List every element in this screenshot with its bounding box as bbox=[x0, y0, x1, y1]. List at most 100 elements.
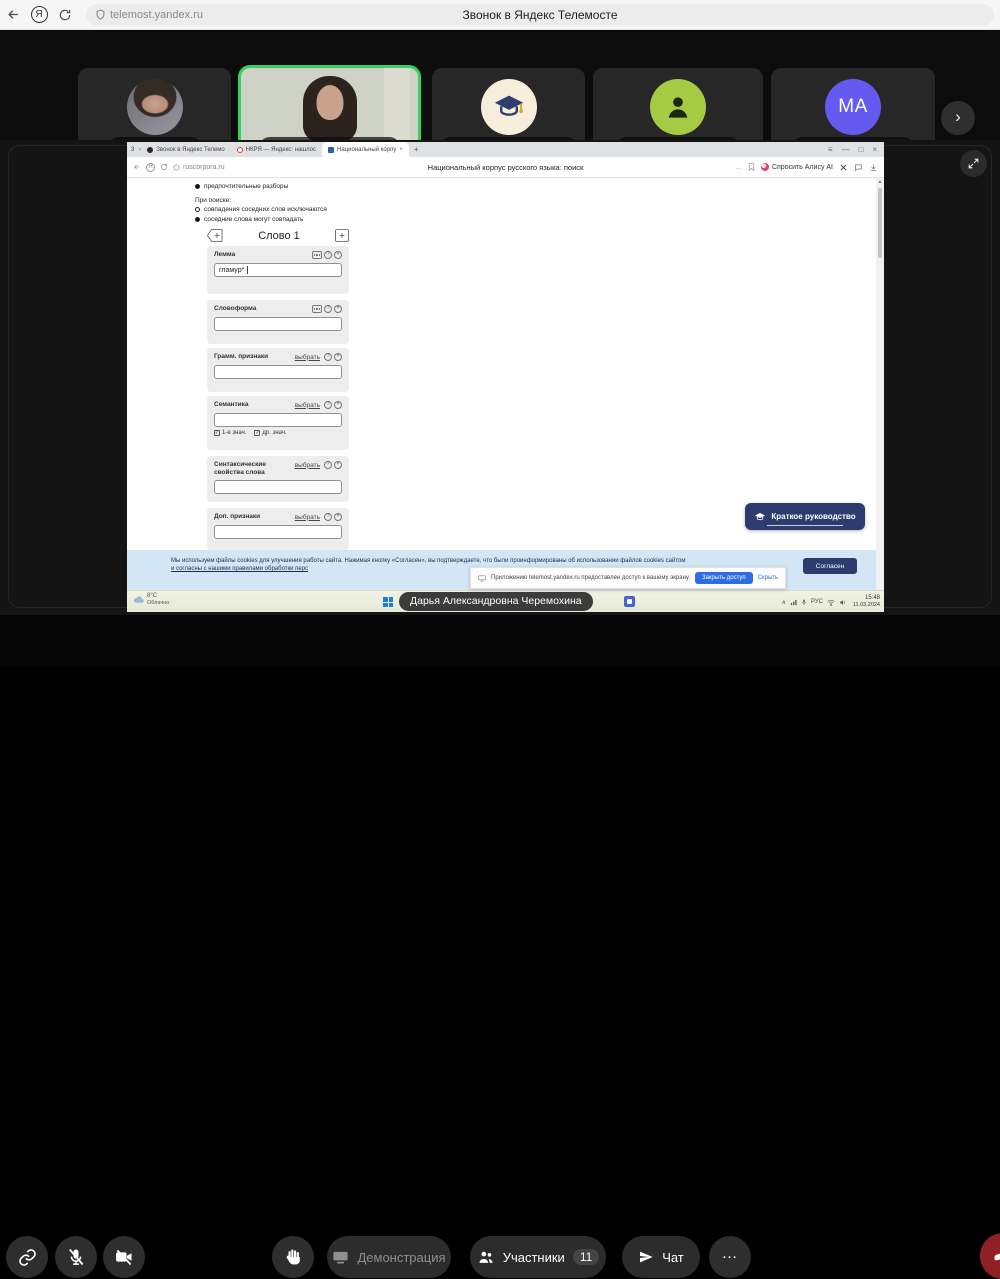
scroll-up-icon[interactable]: ▲ bbox=[876, 179, 884, 185]
add-word-right-icon[interactable] bbox=[335, 229, 349, 242]
more-options-button[interactable]: … bbox=[709, 1236, 751, 1278]
clear-icon[interactable]: × bbox=[334, 251, 342, 259]
cookie-accept-button[interactable]: Согласен bbox=[803, 558, 857, 574]
choose-link[interactable]: выбрать bbox=[295, 354, 320, 361]
maximize-icon[interactable]: □ bbox=[858, 145, 863, 154]
help-icon[interactable]: ? bbox=[324, 513, 332, 521]
screen-share-stage: 3 ˅ Звонок в Яндекс Телемо НКРЯ — Яндекс… bbox=[0, 140, 1000, 615]
bookmark-icon[interactable] bbox=[748, 163, 755, 171]
help-icon[interactable]: ? bbox=[324, 305, 332, 313]
new-tab-icon[interactable]: + bbox=[414, 145, 419, 154]
tab-ruscorpora-active[interactable]: Национальный корпу × bbox=[322, 142, 409, 157]
avatar bbox=[481, 79, 537, 135]
telemost-favicon bbox=[147, 147, 153, 153]
mic-muted-icon bbox=[66, 1247, 86, 1267]
choose-link[interactable]: выбрать bbox=[295, 402, 320, 409]
field-card-semantics: Семантика выбрать ? × ✓1-е знач. ✓др. зн… bbox=[207, 396, 349, 450]
field-card-lemma: Лемма ? × гламур* bbox=[207, 246, 349, 294]
raise-hand-button[interactable] bbox=[272, 1236, 314, 1278]
radio-option[interactable]: совпадения соседних слов исключаются bbox=[195, 205, 327, 215]
page-title: Звонок в Яндекс Телемосте bbox=[86, 8, 994, 22]
language-indicator[interactable]: РУС bbox=[811, 599, 823, 605]
next-participants-button[interactable]: › bbox=[941, 101, 975, 135]
close-access-button[interactable]: Закрыть доступ bbox=[695, 572, 753, 584]
hangup-button[interactable] bbox=[980, 1233, 1000, 1279]
checkbox-other-meaning[interactable]: ✓др. знач. bbox=[254, 430, 286, 436]
extension-icon[interactable] bbox=[839, 163, 848, 172]
wordform-input[interactable] bbox=[214, 317, 342, 331]
participants-count-badge: 11 bbox=[573, 1249, 599, 1265]
camera-off-icon bbox=[114, 1247, 134, 1267]
link-icon bbox=[18, 1248, 37, 1267]
call-toolbar: Демонстрация Участники 11 Чат … bbox=[0, 615, 1000, 667]
clear-icon[interactable]: × bbox=[334, 353, 342, 361]
radio-option[interactable]: соседние слова могут совпадать bbox=[195, 215, 327, 225]
participants-button[interactable]: Участники 11 bbox=[470, 1236, 606, 1278]
add-word-left-icon[interactable] bbox=[207, 229, 223, 242]
back-icon[interactable] bbox=[0, 7, 26, 22]
share-screen-button[interactable]: Демонстрация bbox=[327, 1236, 451, 1278]
extra-input[interactable] bbox=[214, 525, 342, 539]
grammar-input[interactable] bbox=[214, 365, 342, 379]
lemma-input[interactable]: гламур* bbox=[214, 263, 342, 277]
windows-start-icon[interactable] bbox=[383, 597, 393, 607]
scrollbar[interactable]: ▲ bbox=[876, 178, 884, 590]
chat-bubble-icon[interactable] bbox=[854, 163, 863, 172]
shared-browser-window: 3 ˅ Звонок в Яндекс Телемо НКРЯ — Яндекс… bbox=[127, 142, 884, 612]
alice-button[interactable]: Спросить Алису AI bbox=[761, 163, 833, 171]
help-icon[interactable]: ? bbox=[324, 251, 332, 259]
radio-icon bbox=[195, 184, 200, 189]
chat-button[interactable]: Чат bbox=[622, 1236, 700, 1278]
tray-chevron-icon[interactable]: ∧ bbox=[782, 599, 786, 606]
clear-icon[interactable]: × bbox=[334, 461, 342, 469]
radio-icon bbox=[195, 207, 200, 212]
taskbar-app-icon[interactable] bbox=[624, 596, 635, 607]
fullscreen-icon[interactable] bbox=[960, 150, 987, 177]
clear-icon[interactable]: × bbox=[334, 401, 342, 409]
checkbox-first-meaning[interactable]: ✓1-е знач. bbox=[214, 430, 246, 436]
choose-link[interactable]: выбрать bbox=[295, 462, 320, 469]
download-icon[interactable] bbox=[869, 163, 878, 172]
more-icon[interactable]: … bbox=[735, 164, 742, 171]
hide-notice-link[interactable]: Скрыть bbox=[758, 575, 778, 581]
menu-icon[interactable]: ≡ bbox=[828, 145, 833, 154]
scrollbar-thumb[interactable] bbox=[878, 188, 882, 258]
quick-guide-button[interactable]: Краткое руководство bbox=[745, 503, 865, 530]
mic-toggle-button[interactable] bbox=[55, 1236, 97, 1278]
keyboard-icon[interactable] bbox=[312, 251, 322, 259]
tab-nkrya-search[interactable]: НКРЯ — Яндекс: нашлос bbox=[231, 142, 322, 157]
help-icon[interactable]: ? bbox=[324, 401, 332, 409]
shared-url[interactable]: ruscorpora.ru bbox=[183, 164, 225, 171]
help-icon[interactable]: ? bbox=[324, 353, 332, 361]
radio-icon bbox=[195, 217, 200, 222]
taskbar-clock[interactable]: 15:48 11.03.2024 bbox=[853, 595, 880, 608]
clear-icon[interactable]: × bbox=[334, 513, 342, 521]
monitor-icon bbox=[332, 1250, 349, 1265]
refresh-icon[interactable] bbox=[52, 8, 78, 22]
close-tab-icon[interactable]: × bbox=[399, 147, 403, 153]
monitor-icon bbox=[478, 575, 486, 582]
hand-icon bbox=[283, 1247, 303, 1267]
taskbar-weather[interactable]: 8°CОблачно bbox=[133, 593, 169, 606]
yandex-browser-icon[interactable]: Я bbox=[26, 6, 52, 23]
help-icon[interactable]: ? bbox=[324, 461, 332, 469]
tab-counter[interactable]: 3 bbox=[127, 147, 138, 153]
screen-access-notice: Приложению telemost.yandex.ru предоставл… bbox=[470, 567, 786, 589]
semantics-input[interactable] bbox=[214, 413, 342, 427]
radio-option[interactable]: предпочтительные разборы bbox=[195, 182, 327, 192]
avatar-initials: МА bbox=[825, 79, 881, 135]
minimize-icon[interactable]: — bbox=[841, 145, 849, 154]
word-title: Слово 1 bbox=[258, 230, 300, 242]
camera-toggle-button[interactable] bbox=[103, 1236, 145, 1278]
choose-link[interactable]: выбрать bbox=[295, 514, 320, 521]
keyboard-icon[interactable] bbox=[312, 305, 322, 313]
syntax-input[interactable] bbox=[214, 480, 342, 494]
clear-icon[interactable]: × bbox=[334, 305, 342, 313]
mic-tray-icon bbox=[801, 599, 807, 606]
tab-telemost[interactable]: Звонок в Яндекс Телемо bbox=[141, 142, 231, 157]
system-tray[interactable]: ∧ РУС bbox=[782, 591, 846, 612]
address-bar[interactable]: telemost.yandex.ru Звонок в Яндекс Телем… bbox=[86, 4, 994, 26]
active-speaker-caption: Дарья Александровна Черемохина bbox=[399, 592, 593, 611]
close-window-icon[interactable]: × bbox=[872, 145, 877, 154]
copy-link-button[interactable] bbox=[6, 1236, 48, 1278]
